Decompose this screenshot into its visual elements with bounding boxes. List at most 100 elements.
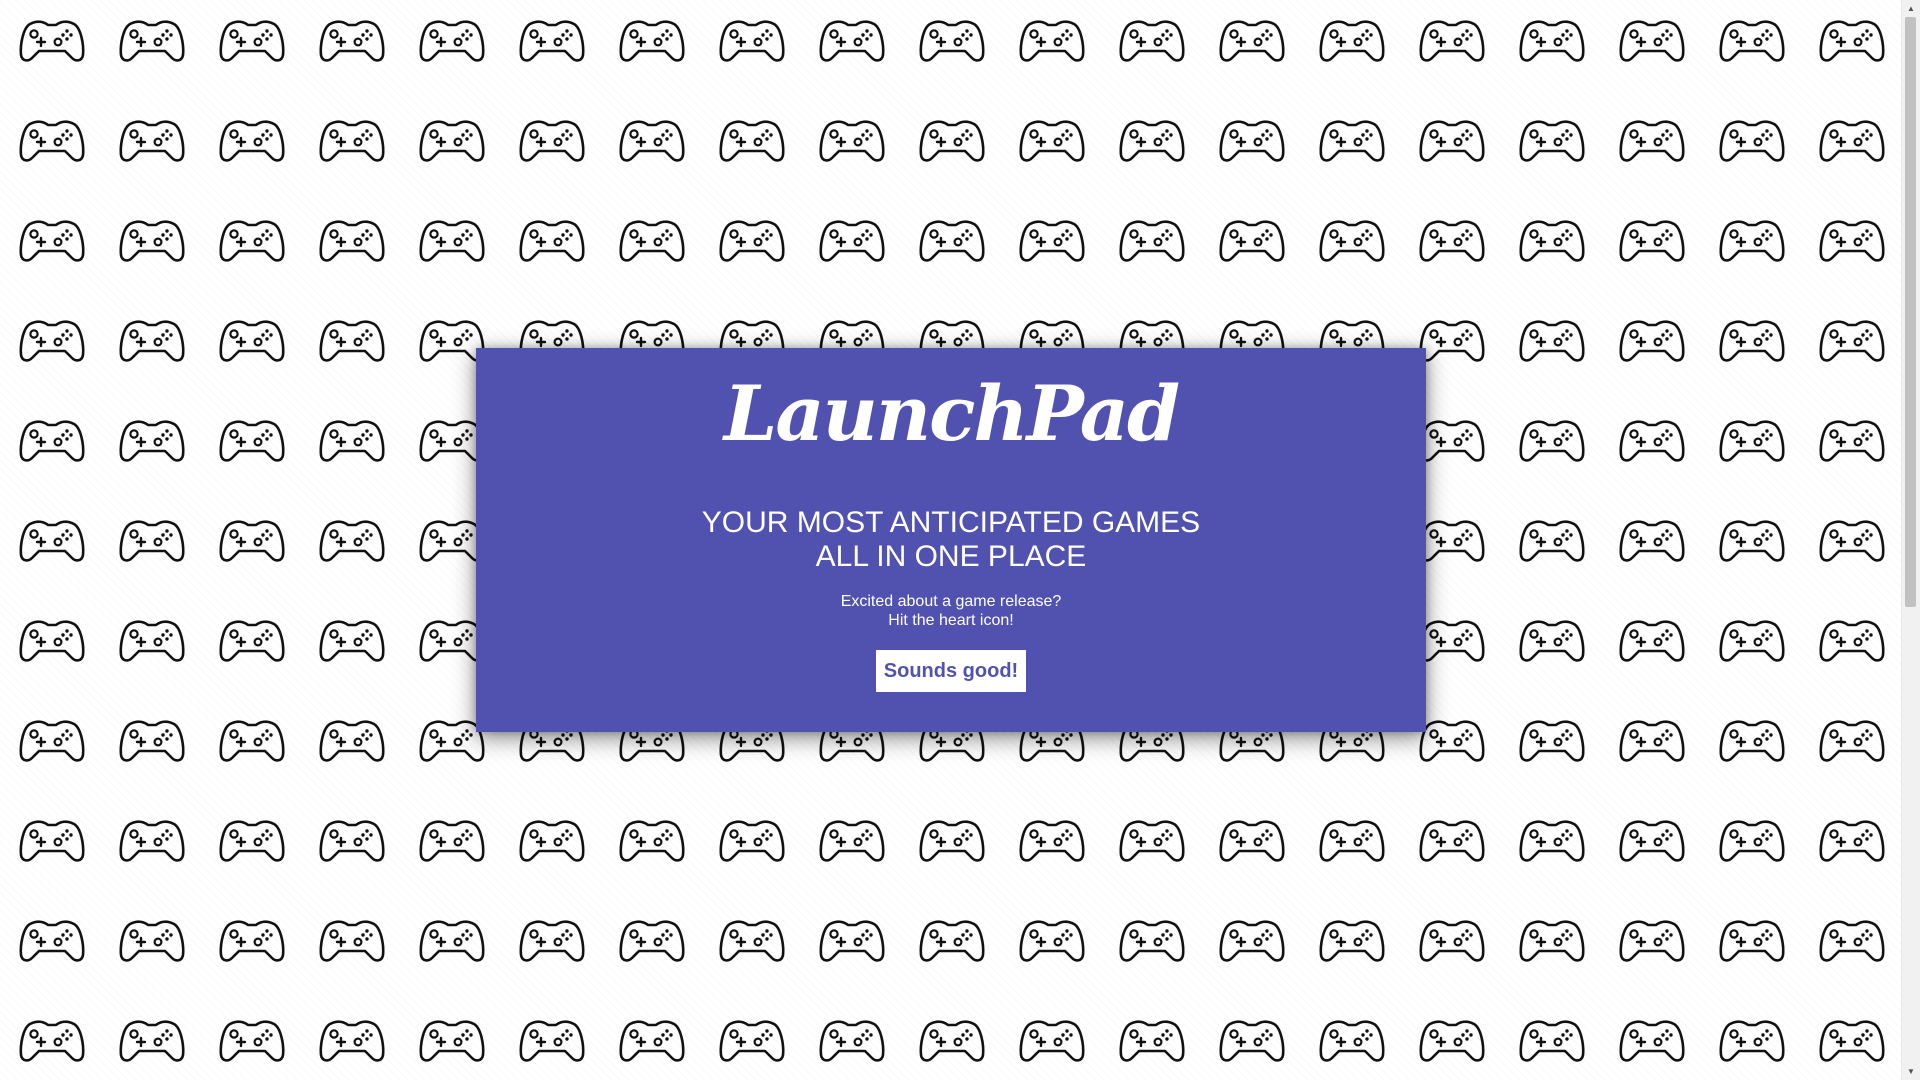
scroll-down-arrow-icon[interactable]: ▼ [1902,1063,1920,1080]
gamepad-icon [1802,490,1902,590]
gamepad-icon [1602,390,1702,490]
gamepad-icon [1302,90,1402,190]
gamepad-icon [1802,690,1902,790]
gamepad-icon [1102,890,1202,990]
gamepad-icon [1202,890,1302,990]
vertical-scrollbar[interactable]: ▲ ▼ [1901,0,1920,1080]
gamepad-icon [202,790,302,890]
gamepad-icon [302,690,402,790]
gamepad-icon [1002,90,1102,190]
gamepad-icon [202,890,302,990]
gamepad-icon [1102,990,1202,1080]
gamepad-icon [1302,0,1402,90]
gamepad-icon [1402,890,1502,990]
gamepad-icon [102,890,202,990]
gamepad-icon [1502,290,1602,390]
gamepad-icon [202,390,302,490]
gamepad-icon [102,190,202,290]
gamepad-icon [1702,390,1802,490]
gamepad-icon [202,990,302,1080]
gamepad-icon [1502,190,1602,290]
gamepad-icon [102,390,202,490]
gamepad-icon [1802,790,1902,890]
gamepad-icon [1202,90,1302,190]
gamepad-icon [1102,0,1202,90]
gamepad-icon [1502,390,1602,490]
gamepad-icon [1302,990,1402,1080]
gamepad-icon [1802,390,1902,490]
gamepad-icon [2,790,102,890]
gamepad-icon [702,890,802,990]
gamepad-icon [302,390,402,490]
gamepad-icon [1502,490,1602,590]
gamepad-icon [302,490,402,590]
gamepad-icon [1802,590,1902,690]
gamepad-icon [1702,90,1802,190]
gamepad-icon [2,390,102,490]
gamepad-icon [102,290,202,390]
gamepad-icon [602,890,702,990]
gamepad-icon [1202,0,1302,90]
gamepad-icon [2,190,102,290]
gamepad-icon [1202,190,1302,290]
gamepad-icon [502,790,602,890]
gamepad-icon [902,0,1002,90]
gamepad-icon [302,890,402,990]
gamepad-icon [1602,90,1702,190]
gamepad-icon [202,90,302,190]
subtext-line-1: Excited about a game release? [840,593,1062,610]
headline-line-1: YOUR MOST ANTICIPATED GAMES [701,506,1201,539]
gamepad-icon [802,0,902,90]
gamepad-icon [802,90,902,190]
gamepad-icon [502,190,602,290]
gamepad-icon [1502,590,1602,690]
gamepad-icon [1502,890,1602,990]
gamepad-icon [2,990,102,1080]
sounds-good-button[interactable]: Sounds good! [876,650,1026,692]
gamepad-icon [102,690,202,790]
gamepad-icon [502,90,602,190]
gamepad-icon [102,590,202,690]
gamepad-icon [402,990,502,1080]
gamepad-icon [1102,190,1202,290]
gamepad-icon [1202,990,1302,1080]
gamepad-icon [1402,190,1502,290]
scrollbar-thumb[interactable] [1905,17,1916,607]
scroll-up-arrow-icon[interactable]: ▲ [1902,0,1920,17]
launchpad-logo: LaunchPad [723,369,1180,458]
gamepad-icon [702,990,802,1080]
gamepad-icon [902,890,1002,990]
gamepad-icon [2,490,102,590]
gamepad-icon [102,790,202,890]
gamepad-icon [1602,990,1702,1080]
gamepad-icon [202,290,302,390]
headline-line-2: ALL IN ONE PLACE [815,540,1087,573]
gamepad-icon [1202,790,1302,890]
modal-subtext: Excited about a game release? Hit the he… [476,592,1426,630]
gamepad-icon [1802,190,1902,290]
gamepad-icon [1602,890,1702,990]
gamepad-icon [602,990,702,1080]
gamepad-icon [402,0,502,90]
gamepad-icon [602,0,702,90]
gamepad-icon [302,90,402,190]
gamepad-icon [1802,290,1902,390]
gamepad-icon [1002,990,1102,1080]
gamepad-icon [302,290,402,390]
gamepad-icon [802,790,902,890]
gamepad-icon [1502,790,1602,890]
gamepad-icon [1102,90,1202,190]
gamepad-icon [902,190,1002,290]
gamepad-icon [302,190,402,290]
gamepad-icon [802,890,902,990]
gamepad-icon [1402,0,1502,90]
gamepad-icon [1602,590,1702,690]
gamepad-icon [1602,190,1702,290]
gamepad-icon [1702,490,1802,590]
gamepad-icon [402,890,502,990]
gamepad-icon [1802,990,1902,1080]
gamepad-icon [1802,0,1902,90]
gamepad-icon [2,890,102,990]
gamepad-icon [1702,590,1802,690]
gamepad-icon [202,0,302,90]
